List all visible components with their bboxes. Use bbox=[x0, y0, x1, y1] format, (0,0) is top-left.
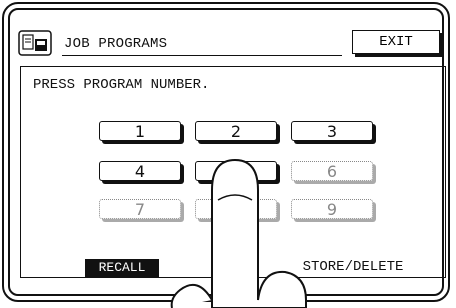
program-key-6[interactable]: 6 bbox=[291, 161, 373, 181]
program-key-1[interactable]: 1 bbox=[99, 121, 181, 141]
program-key-3[interactable]: 3 bbox=[291, 121, 373, 141]
exit-button[interactable]: EXIT bbox=[352, 30, 440, 54]
program-panel: PRESS PROGRAM NUMBER. 1 2 3 4 5 6 7 8 9 … bbox=[20, 66, 446, 278]
program-key-2[interactable]: 2 bbox=[195, 121, 277, 141]
program-key-8[interactable]: 8 bbox=[195, 199, 277, 219]
tab-divider bbox=[257, 257, 258, 277]
prompt-text: PRESS PROGRAM NUMBER. bbox=[33, 77, 210, 93]
tab-store-delete[interactable]: STORE/DELETE bbox=[259, 257, 447, 277]
program-key-4[interactable]: 4 bbox=[99, 161, 181, 181]
program-key-7[interactable]: 7 bbox=[99, 199, 181, 219]
page-title: JOB PROGRAMS bbox=[64, 36, 168, 52]
tab-recall[interactable]: RECALL bbox=[85, 259, 159, 277]
program-key-5[interactable]: 5 bbox=[195, 161, 277, 181]
job-programs-icon bbox=[18, 30, 52, 56]
title-underline bbox=[62, 55, 342, 56]
program-key-9[interactable]: 9 bbox=[291, 199, 373, 219]
